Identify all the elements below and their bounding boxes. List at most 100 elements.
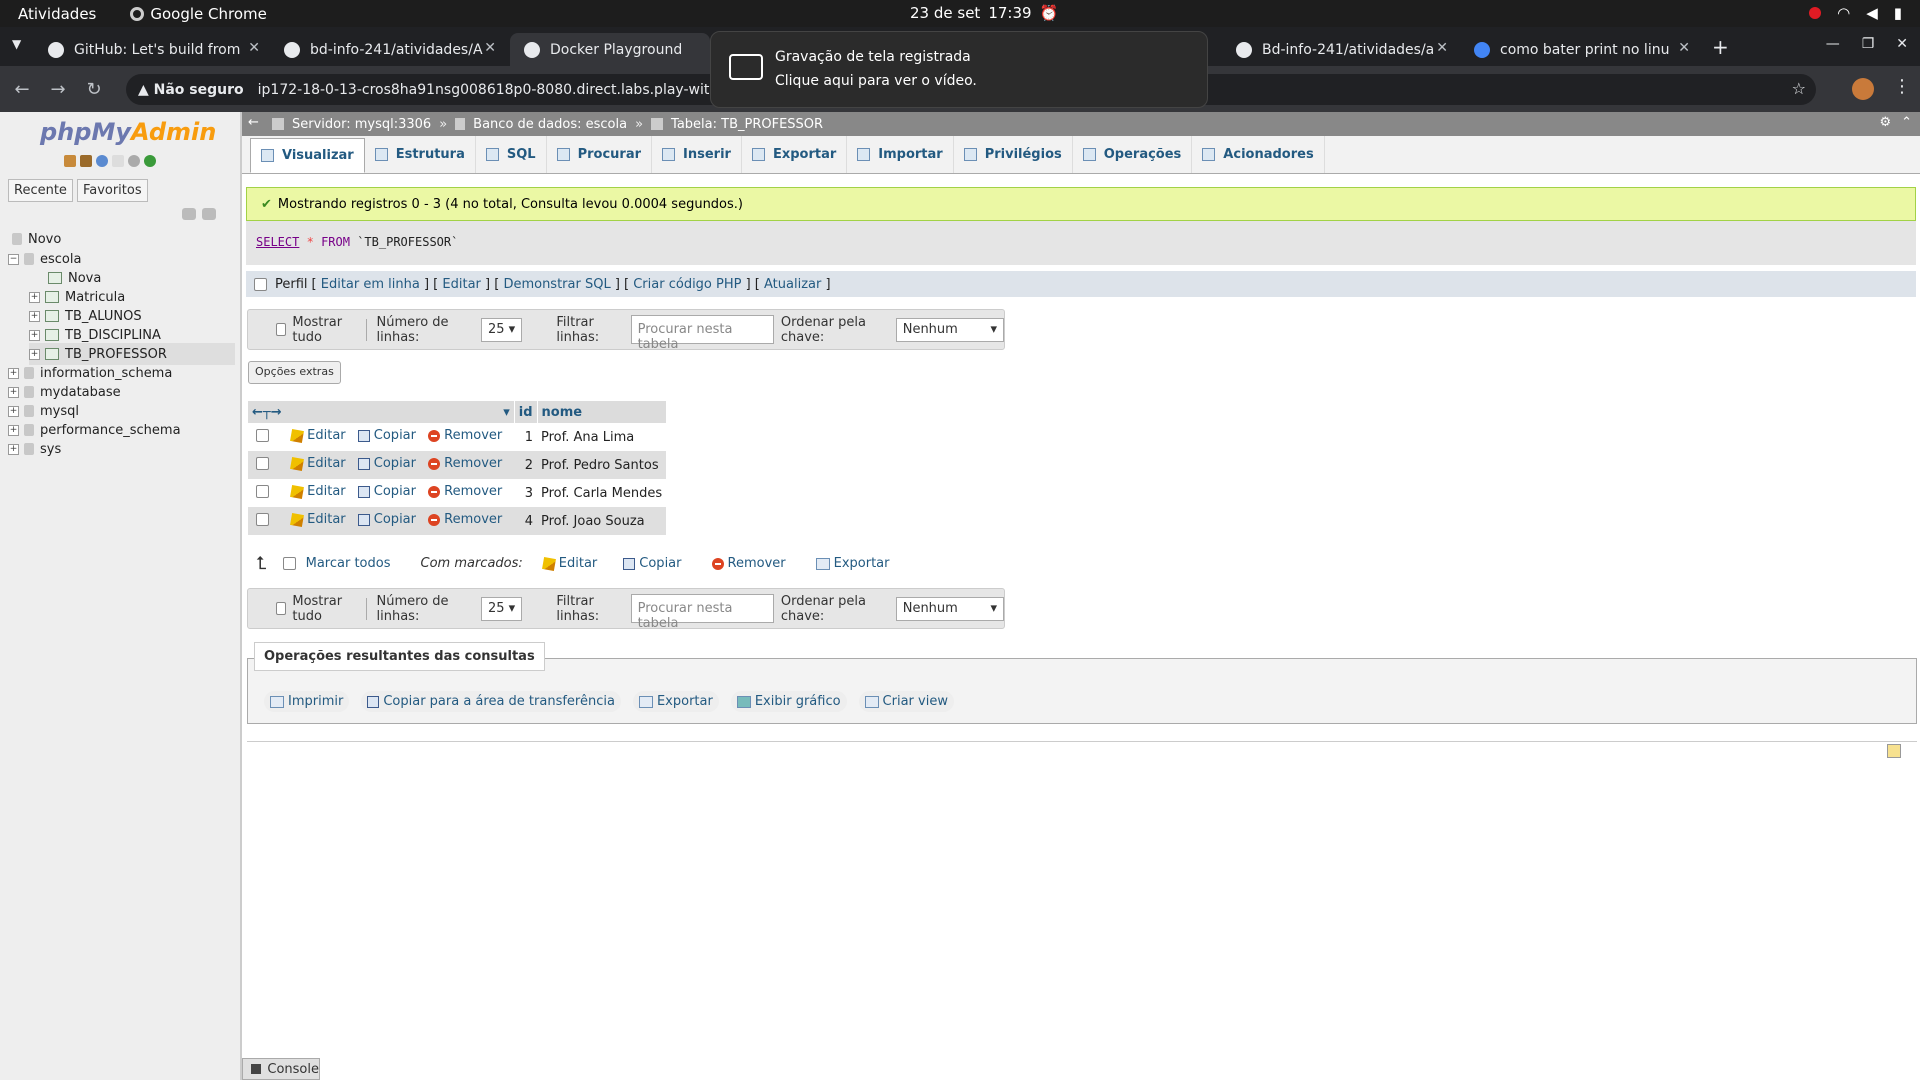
help-icon[interactable] xyxy=(96,155,108,167)
maximize-icon[interactable]: ❐ xyxy=(1862,36,1875,52)
clock[interactable]: 23 de set 17:39 ⏰ xyxy=(910,4,1058,22)
remove-row-button[interactable]: Remover xyxy=(428,484,502,499)
tree-item-new[interactable]: Novo xyxy=(12,228,61,250)
create-view-button[interactable]: Criar view xyxy=(858,691,954,712)
recent-tab[interactable]: Recente xyxy=(8,179,73,202)
refresh-icon[interactable] xyxy=(144,155,156,167)
column-header-id[interactable]: id xyxy=(514,401,538,423)
column-arrows-icon[interactable]: ←┬→ xyxy=(252,405,282,420)
explain-sql-link[interactable]: Demonstrar SQL xyxy=(503,277,610,292)
settings-icon[interactable]: ⚙ xyxy=(1879,115,1891,130)
breadcrumb-server[interactable]: Servidor: mysql:3306 xyxy=(292,117,431,132)
create-php-code-link[interactable]: Criar código PHP xyxy=(633,277,741,292)
expand-icon[interactable]: + xyxy=(8,443,19,455)
tab-import[interactable]: Importar xyxy=(847,136,954,173)
sql-keyword[interactable]: SELECT xyxy=(256,235,299,249)
sql-query-box[interactable]: SELECT * FROM `TB_PROFESSOR` xyxy=(246,221,1916,265)
expand-icon[interactable]: + xyxy=(8,405,19,417)
tab-insert[interactable]: Inserir xyxy=(652,136,742,173)
tab-operations[interactable]: Operações xyxy=(1073,136,1193,173)
tree-item-sys[interactable]: + sys xyxy=(8,438,61,460)
expand-icon[interactable]: + xyxy=(8,367,19,379)
edit-row-button[interactable]: Editar xyxy=(290,428,346,443)
collapse-all-icon[interactable] xyxy=(182,208,196,220)
copy-row-button[interactable]: Copiar xyxy=(357,456,416,471)
logout-icon[interactable] xyxy=(80,155,92,167)
copy-row-button[interactable]: Copiar xyxy=(357,512,416,527)
tab-triggers[interactable]: Acionadores xyxy=(1192,136,1325,173)
browser-tab-bd-info[interactable]: bd-info-241/atividades/A ✕ xyxy=(270,33,506,66)
bulk-copy-button[interactable]: Copiar xyxy=(623,556,682,571)
expand-icon[interactable]: + xyxy=(29,348,40,360)
column-header-nome[interactable]: nome xyxy=(537,401,667,423)
system-tray[interactable]: ◠ ◀ ▮ xyxy=(1809,4,1902,22)
copy-clipboard-button[interactable]: Copiar para a área de transferência xyxy=(361,691,621,712)
browser-tab-google[interactable]: como bater print no linu ✕ xyxy=(1460,33,1700,66)
breadcrumb-table[interactable]: Tabela: TB_PROFESSOR xyxy=(671,117,823,132)
home-icon[interactable] xyxy=(64,155,76,167)
row-checkbox[interactable] xyxy=(256,512,269,526)
cell-nome[interactable]: Prof. Carla Mendes xyxy=(537,479,667,507)
back-arrow-icon[interactable]: ← xyxy=(248,115,259,130)
tab-sql[interactable]: SQL xyxy=(476,136,547,173)
close-icon[interactable]: ✕ xyxy=(1678,40,1690,56)
close-window-icon[interactable]: ✕ xyxy=(1896,36,1908,52)
order-select[interactable]: Nenhum ▾ xyxy=(895,317,1004,342)
row-checkbox[interactable] xyxy=(256,484,269,498)
forward-icon[interactable]: → xyxy=(40,79,76,100)
bulk-remove-button[interactable]: Remover xyxy=(711,556,786,571)
close-icon[interactable]: ✕ xyxy=(1436,40,1448,56)
reload-icon[interactable]: ↻ xyxy=(76,79,112,100)
expand-icon[interactable]: + xyxy=(29,310,40,322)
edit-link[interactable]: Editar xyxy=(442,277,481,292)
bookmark-note-icon[interactable] xyxy=(1887,744,1901,758)
expand-icon[interactable]: + xyxy=(29,329,40,341)
extra-options-button[interactable]: Opções extras xyxy=(248,361,341,384)
filter-input[interactable]: Procurar nesta tabela xyxy=(630,594,774,631)
expand-icon[interactable]: + xyxy=(29,291,40,303)
expand-icon[interactable]: + xyxy=(8,424,19,436)
bulk-edit-button[interactable]: Editar xyxy=(541,556,597,571)
profile-checkbox[interactable] xyxy=(254,277,267,291)
rows-select[interactable]: 25 ▾ xyxy=(480,596,523,621)
copy-row-button[interactable]: Copiar xyxy=(357,484,416,499)
cell-nome[interactable]: Prof. Joao Souza xyxy=(537,507,667,535)
check-all-checkbox[interactable] xyxy=(282,557,296,570)
remove-row-button[interactable]: Remover xyxy=(428,512,502,527)
rows-select[interactable]: 25 ▾ xyxy=(480,317,523,342)
show-all-checkbox[interactable] xyxy=(276,602,287,615)
close-icon[interactable]: ✕ xyxy=(484,40,496,56)
back-icon[interactable]: ← xyxy=(4,79,40,100)
cell-id[interactable]: 4 xyxy=(514,507,538,535)
browser-tab-docker[interactable]: Docker Playground xyxy=(510,33,710,66)
screen-recording-notification[interactable]: Gravação de tela registrada Clique aqui … xyxy=(710,31,1208,108)
settings-icon[interactable] xyxy=(128,155,140,167)
cell-id[interactable]: 3 xyxy=(514,479,538,507)
edit-row-button[interactable]: Editar xyxy=(290,512,346,527)
activities-button[interactable]: Atividades xyxy=(18,5,96,23)
edit-row-button[interactable]: Editar xyxy=(290,484,346,499)
tab-browse[interactable]: Visualizar xyxy=(250,138,365,173)
remove-row-button[interactable]: Remover xyxy=(428,428,502,443)
copy-row-button[interactable]: Copiar xyxy=(357,428,416,443)
minimize-icon[interactable]: — xyxy=(1826,36,1840,52)
close-icon[interactable]: ✕ xyxy=(248,40,260,56)
collapse-icon[interactable]: − xyxy=(8,253,19,265)
favorites-tab[interactable]: Favoritos xyxy=(76,179,148,202)
cell-nome[interactable]: Prof. Pedro Santos xyxy=(537,451,667,479)
expand-icon[interactable]: + xyxy=(8,386,19,398)
export-button[interactable]: Exportar xyxy=(632,691,719,712)
edit-row-button[interactable]: Editar xyxy=(290,456,346,471)
show-all-checkbox[interactable] xyxy=(276,323,287,336)
inline-edit-link[interactable]: Editar em linha xyxy=(321,277,420,292)
print-button[interactable]: Imprimir xyxy=(264,691,350,712)
kebab-menu-icon[interactable]: ⋮ xyxy=(1893,76,1911,97)
new-tab-button[interactable]: + xyxy=(1712,35,1729,59)
order-select[interactable]: Nenhum ▾ xyxy=(895,596,1004,621)
collapse-top-icon[interactable]: ⌃ xyxy=(1901,115,1912,130)
cell-id[interactable]: 1 xyxy=(514,423,538,451)
bulk-export-button[interactable]: Exportar xyxy=(815,556,889,571)
phpmyadmin-logo[interactable]: phpMyAdmin xyxy=(40,118,216,146)
tab-search-icon[interactable]: ▼ xyxy=(12,37,21,51)
check-all-link[interactable]: Marcar todos xyxy=(306,556,391,571)
